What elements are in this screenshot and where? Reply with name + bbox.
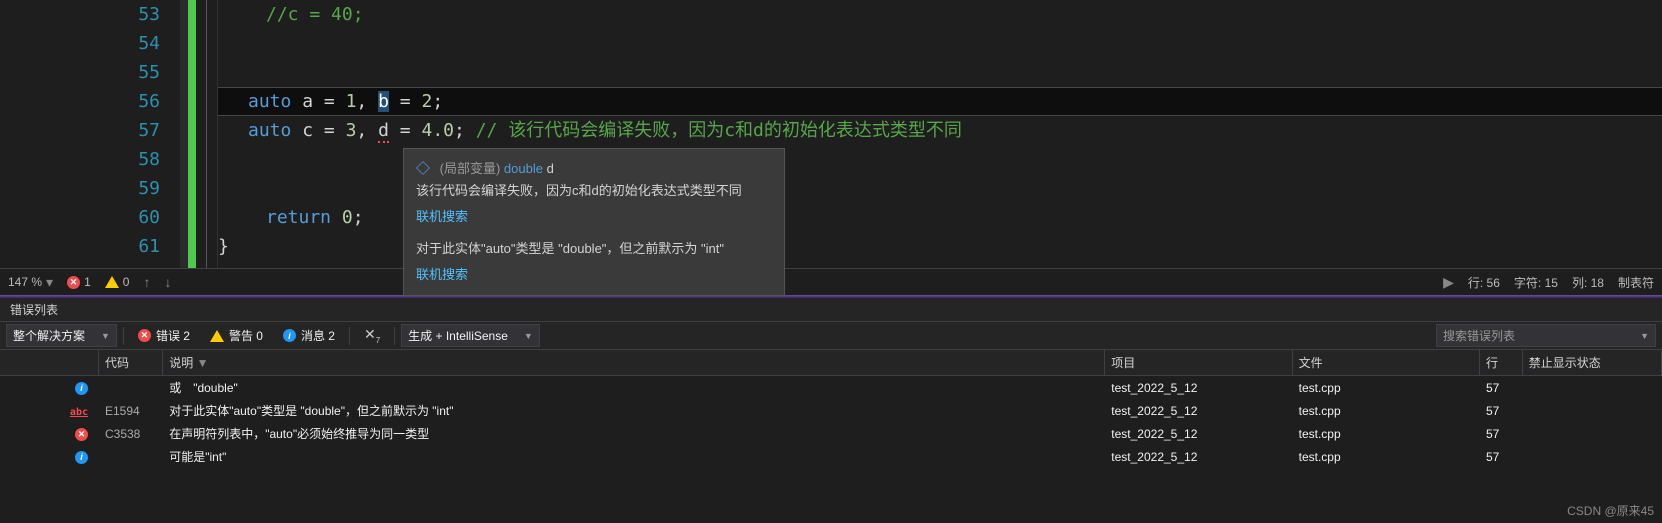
nav-up[interactable]: ↑ [143, 274, 150, 290]
table-row[interactable]: abc E1594 对于此实体"auto"类型是 "double"，但之前默示为 "… [0, 399, 1662, 422]
code-line[interactable] [218, 58, 1662, 87]
tooltip-desc2: 对于此实体"auto"类型是 "double"，但之前默示为 "int" [416, 238, 772, 260]
editor-margins [180, 0, 218, 268]
tooltip-type: double [504, 161, 543, 176]
header-code[interactable]: 代码 [98, 350, 162, 376]
intellisense-icon: abc [70, 407, 88, 418]
error-desc: 可能是"int" [163, 445, 1105, 468]
error-project: test_2022_5_12 [1105, 445, 1292, 468]
status-line-label: 行: [1468, 276, 1483, 290]
error-desc: 或 "double" [163, 376, 1105, 400]
header-icon[interactable] [0, 350, 98, 376]
error-line: 57 [1479, 445, 1522, 468]
table-row[interactable]: i 可能是"int"test_2022_5_12test.cpp57 [0, 445, 1662, 468]
error-file: test.cpp [1292, 445, 1479, 468]
code-line[interactable]: auto c = 3, d = 4.0; // 该行代码会编译失败，因为c和d的… [218, 116, 1662, 145]
line-number: 56 [0, 87, 160, 116]
line-number: 61 [0, 232, 160, 261]
error-list-title: 错误列表 [0, 298, 1662, 322]
status-col-value: 18 [1591, 276, 1604, 290]
line-number: 57 [0, 116, 160, 145]
error-file: test.cpp [1292, 376, 1479, 400]
tooltip-search-link-1[interactable]: 联机搜索 [416, 206, 772, 228]
scroll-indicator[interactable]: ▶ [1443, 274, 1454, 291]
error-line: 57 [1479, 399, 1522, 422]
filter-icon: ✕7 [364, 326, 380, 345]
status-ins-mode[interactable]: 制表符 [1618, 274, 1654, 291]
editor-status-bar: 147 %▾ ✕ 1 0 ↑ ↓ ▶ 行: 56 字符: 15 列: 18 制表… [0, 268, 1662, 295]
tooltip-desc1: 该行代码会编译失败，因为c和d的初始化表达式类型不同 [416, 180, 772, 202]
zoom-level[interactable]: 147 %▾ [8, 274, 53, 291]
line-number: 53 [0, 0, 160, 29]
header-file[interactable]: 文件 [1292, 350, 1479, 376]
error-code[interactable]: C3538 [105, 427, 140, 441]
line-number: 60 [0, 203, 160, 232]
scope-dropdown[interactable]: 整个解决方案▼ [6, 324, 117, 347]
error-file: test.cpp [1292, 422, 1479, 445]
line-number: 58 [0, 145, 160, 174]
table-row[interactable]: ✕ C3538 在声明符列表中，"auto"必须始终推导为同一类型test_2022… [0, 422, 1662, 445]
error-line: 57 [1479, 376, 1522, 400]
error-list-toolbar: 整个解决方案▼ ✕ 错误 2 警告 0 i 消息 2 ✕7 生成 + Intel… [0, 322, 1662, 350]
warning-icon [105, 276, 119, 288]
errors-filter[interactable]: ✕ 错误 2 [130, 324, 198, 347]
line-number: 59 [0, 174, 160, 203]
messages-filter[interactable]: i 消息 2 [275, 324, 343, 347]
status-line-value: 56 [1487, 276, 1500, 290]
line-number: 55 [0, 58, 160, 87]
line-number: 54 [0, 29, 160, 58]
search-placeholder: 搜索错误列表 [1443, 327, 1515, 344]
line-gutter: 535455565758596061 [0, 0, 180, 268]
status-char-value: 15 [1545, 276, 1558, 290]
table-row[interactable]: i 或 "double"test_2022_5_12test.cpp57 [0, 376, 1662, 400]
error-line: 57 [1479, 422, 1522, 445]
error-icon: ✕ [75, 428, 88, 441]
code-editor[interactable]: 535455565758596061 //c = 40;auto a = 1, … [0, 0, 1662, 268]
header-line[interactable]: 行 [1479, 350, 1522, 376]
filter-button[interactable]: ✕7 [356, 323, 388, 348]
warnings-filter[interactable]: 警告 0 [202, 324, 271, 347]
error-table: 代码 说明 ▼ 项目 文件 行 禁止显示状态 i或 "double"test_2… [0, 350, 1662, 468]
build-dropdown[interactable]: 生成 + IntelliSense▼ [401, 324, 540, 347]
tooltip-search-link-2[interactable]: 联机搜索 [416, 264, 772, 286]
intellisense-tooltip: (局部变量) double d 该行代码会编译失败，因为c和d的初始化表达式类型… [403, 148, 785, 296]
header-desc[interactable]: 说明 ▼ [163, 350, 1105, 376]
error-code[interactable]: E1594 [105, 404, 140, 418]
error-project: test_2022_5_12 [1105, 376, 1292, 400]
watermark: CSDN @原来45 [1567, 502, 1654, 519]
error-icon: ✕ [138, 329, 151, 342]
error-desc: 对于此实体"auto"类型是 "double"，但之前默示为 "int" [163, 399, 1105, 422]
error-icon: ✕ [67, 276, 80, 289]
error-suppress [1522, 376, 1661, 400]
error-desc: 在声明符列表中，"auto"必须始终推导为同一类型 [163, 422, 1105, 445]
error-count[interactable]: ✕ 1 [67, 275, 91, 289]
error-project: test_2022_5_12 [1105, 422, 1292, 445]
warning-icon [210, 330, 224, 342]
error-file: test.cpp [1292, 399, 1479, 422]
table-header-row: 代码 说明 ▼ 项目 文件 行 禁止显示状态 [0, 350, 1662, 376]
tooltip-scope: (局部变量) [440, 161, 501, 176]
error-suppress [1522, 445, 1661, 468]
error-suppress [1522, 422, 1661, 445]
error-project: test_2022_5_12 [1105, 399, 1292, 422]
status-col-label: 列: [1572, 276, 1587, 290]
error-suppress [1522, 399, 1661, 422]
header-project[interactable]: 项目 [1105, 350, 1292, 376]
tooltip-name: d [547, 161, 554, 176]
status-char-label: 字符: [1514, 276, 1541, 290]
code-line[interactable]: //c = 40; [218, 0, 1662, 29]
error-search-input[interactable]: 搜索错误列表 ▼ [1436, 324, 1656, 347]
info-icon: i [75, 451, 88, 464]
info-icon: i [75, 382, 88, 395]
nav-down[interactable]: ↓ [164, 274, 171, 290]
info-icon: i [283, 329, 296, 342]
warning-count[interactable]: 0 [105, 275, 130, 289]
header-suppress[interactable]: 禁止显示状态 [1522, 350, 1661, 376]
variable-icon [416, 161, 430, 175]
code-line[interactable] [218, 29, 1662, 58]
